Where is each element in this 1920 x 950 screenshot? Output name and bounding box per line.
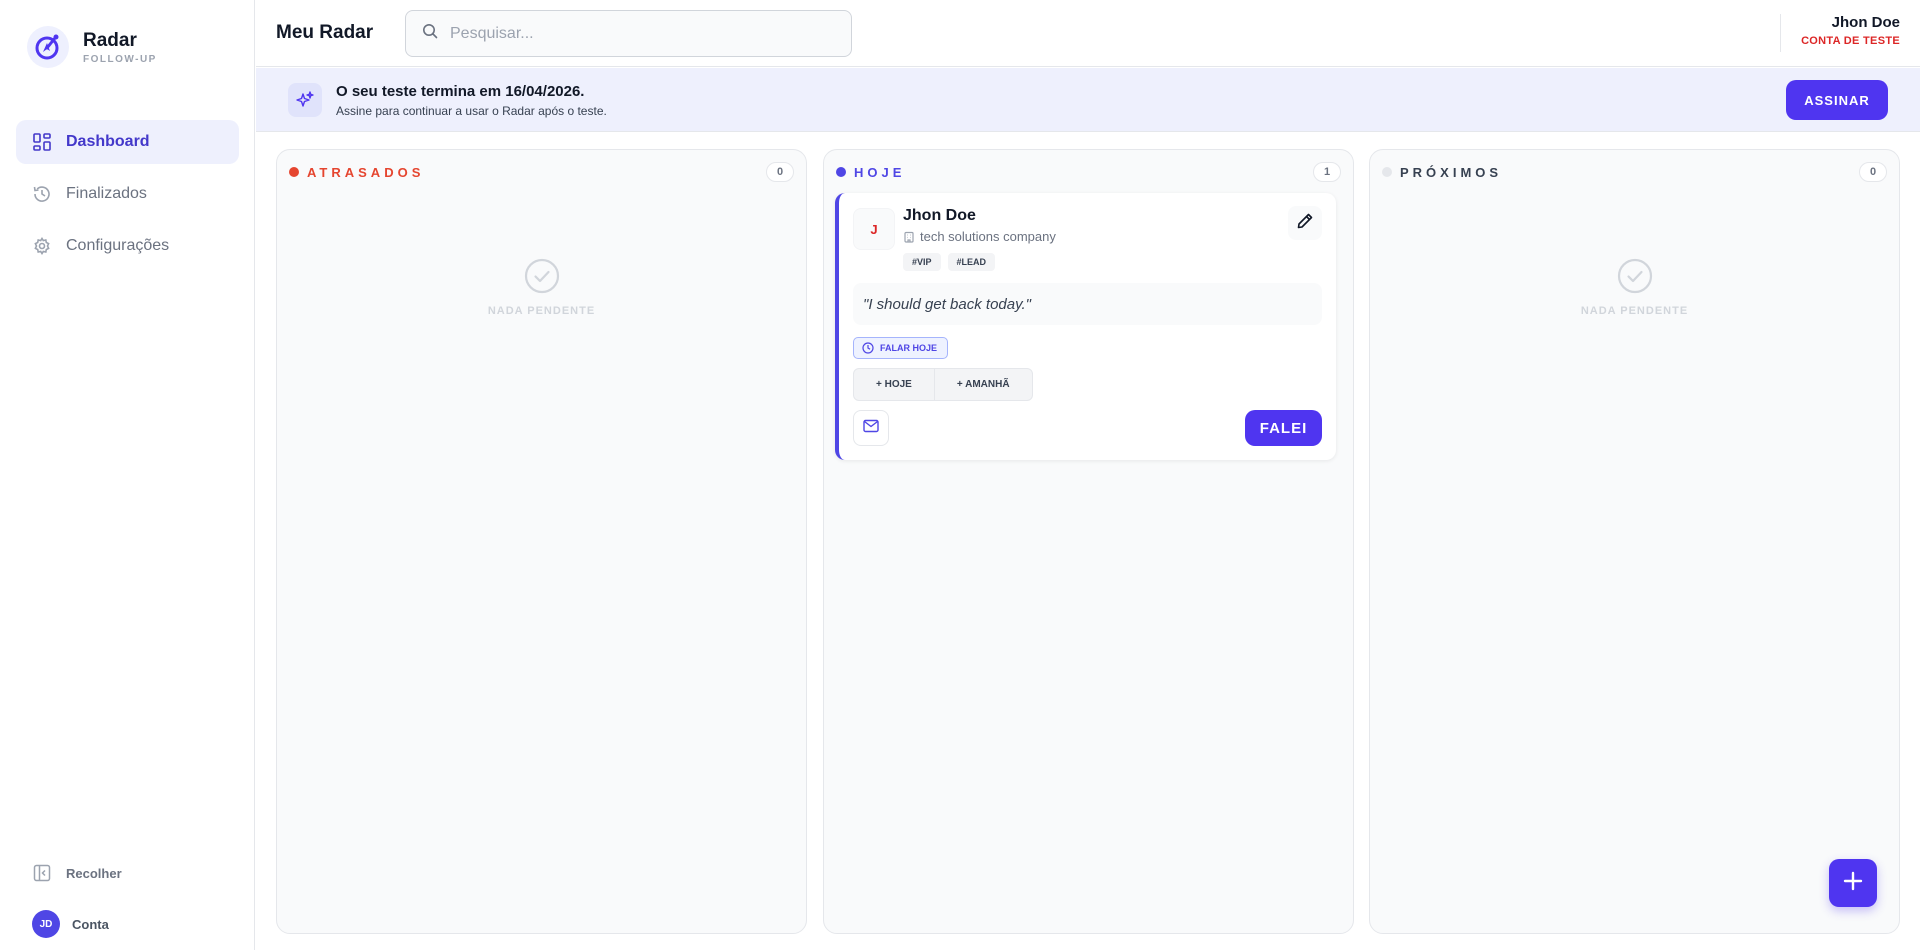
top-header: Meu Radar Jhon Doe CONTA DE TESTE <box>256 0 1920 67</box>
column-count-badge: 1 <box>1313 162 1341 182</box>
history-icon <box>32 184 52 204</box>
mark-contacted-button[interactable]: FALEI <box>1245 410 1322 446</box>
pencil-icon <box>1296 212 1314 235</box>
check-circle-icon <box>524 258 560 294</box>
app-name: Radar <box>83 29 137 51</box>
dashboard-icon <box>32 132 52 152</box>
sidebar-item-label: Configurações <box>66 237 170 254</box>
sidebar: Radar FOLLOW-UP Dashboard Finalizados Co… <box>0 0 255 950</box>
plus-icon <box>1842 870 1864 897</box>
search-icon <box>422 23 438 44</box>
gear-icon <box>32 236 52 256</box>
collapse-sidebar-button[interactable]: Recolher <box>32 863 172 883</box>
due-badge: FALAR HOJE <box>853 337 949 359</box>
contact-company: tech solutions company <box>903 229 1056 244</box>
sidebar-item-configuracoes[interactable]: Configurações <box>16 224 239 268</box>
tag-vip[interactable]: #VIP <box>903 253 941 271</box>
clock-icon <box>862 342 874 354</box>
page-title: Meu Radar <box>276 22 374 43</box>
column-title: HOJE <box>854 164 906 180</box>
contact-avatar: J <box>853 208 895 250</box>
banner-title: O seu teste termina em 16/04/2026. <box>336 83 585 100</box>
contact-name: Jhon Doe <box>903 207 976 224</box>
column-atrasados: ATRASADOS 0 NADA PENDENTE <box>276 149 807 934</box>
empty-state-label: NADA PENDENTE <box>1580 305 1689 317</box>
company-name: tech solutions company <box>920 229 1056 244</box>
check-circle-icon <box>1617 258 1653 294</box>
sidebar-item-label: Dashboard <box>66 133 150 150</box>
sidebar-nav: Dashboard Finalizados Configurações <box>16 120 239 276</box>
edit-button[interactable] <box>1288 206 1322 240</box>
banner-subtitle: Assine para continuar a usar o Radar apó… <box>336 104 607 118</box>
column-title: PRÓXIMOS <box>1400 164 1503 180</box>
search-box[interactable] <box>405 10 852 57</box>
column-title: ATRASADOS <box>307 164 425 180</box>
trial-banner: O seu teste termina em 16/04/2026. Assin… <box>256 68 1920 132</box>
user-name: Jhon Doe <box>1831 14 1900 31</box>
tag-list: #VIP #LEAD <box>903 253 1002 271</box>
column-proximos: PRÓXIMOS 0 NADA PENDENTE <box>1369 149 1900 934</box>
building-icon <box>903 231 915 243</box>
status-dot <box>1382 167 1392 177</box>
due-badge-label: FALAR HOJE <box>880 343 938 353</box>
tag-lead[interactable]: #LEAD <box>947 253 996 271</box>
subscribe-button[interactable]: ASSINAR <box>1786 80 1888 120</box>
sparkles-icon <box>288 83 322 117</box>
column-count-badge: 0 <box>1859 162 1887 182</box>
column-count-badge: 0 <box>766 162 794 182</box>
add-followup-button[interactable] <box>1829 859 1877 907</box>
sidebar-item-finalizados[interactable]: Finalizados <box>16 172 239 216</box>
account-button[interactable]: JD Conta <box>32 910 172 938</box>
status-dot <box>836 167 846 177</box>
email-button[interactable] <box>853 410 889 446</box>
mail-icon <box>863 419 879 438</box>
app-tagline: FOLLOW-UP <box>83 53 157 65</box>
search-input[interactable] <box>450 24 830 43</box>
sidebar-collapse-icon <box>32 863 52 883</box>
sidebar-item-dashboard[interactable]: Dashboard <box>16 120 239 164</box>
followup-note: "I should get back today." <box>853 283 1322 325</box>
followup-card[interactable]: J Jhon Doe tech solutions company #VIP #… <box>835 193 1336 460</box>
snooze-options: + HOJE + AMANHÃ <box>853 368 1033 401</box>
empty-state: NADA PENDENTE <box>1370 258 1899 317</box>
collapse-label: Recolher <box>66 865 122 881</box>
empty-state-label: NADA PENDENTE <box>487 305 596 317</box>
user-info[interactable]: Jhon Doe CONTA DE TESTE <box>1780 14 1900 52</box>
empty-state: NADA PENDENTE <box>277 258 806 317</box>
snooze-today-button[interactable]: + HOJE <box>854 369 934 400</box>
account-label: Conta <box>72 916 109 932</box>
user-role: CONTA DE TESTE <box>1801 35 1900 47</box>
brand[interactable]: Radar FOLLOW-UP <box>27 26 157 68</box>
status-dot <box>289 167 299 177</box>
radar-logo-icon <box>27 26 69 68</box>
column-hoje: HOJE 1 J Jhon Doe tech solutions company… <box>823 149 1354 934</box>
sidebar-item-label: Finalizados <box>66 185 147 202</box>
snooze-tomorrow-button[interactable]: + AMANHÃ <box>933 369 1032 400</box>
avatar: JD <box>32 910 60 938</box>
